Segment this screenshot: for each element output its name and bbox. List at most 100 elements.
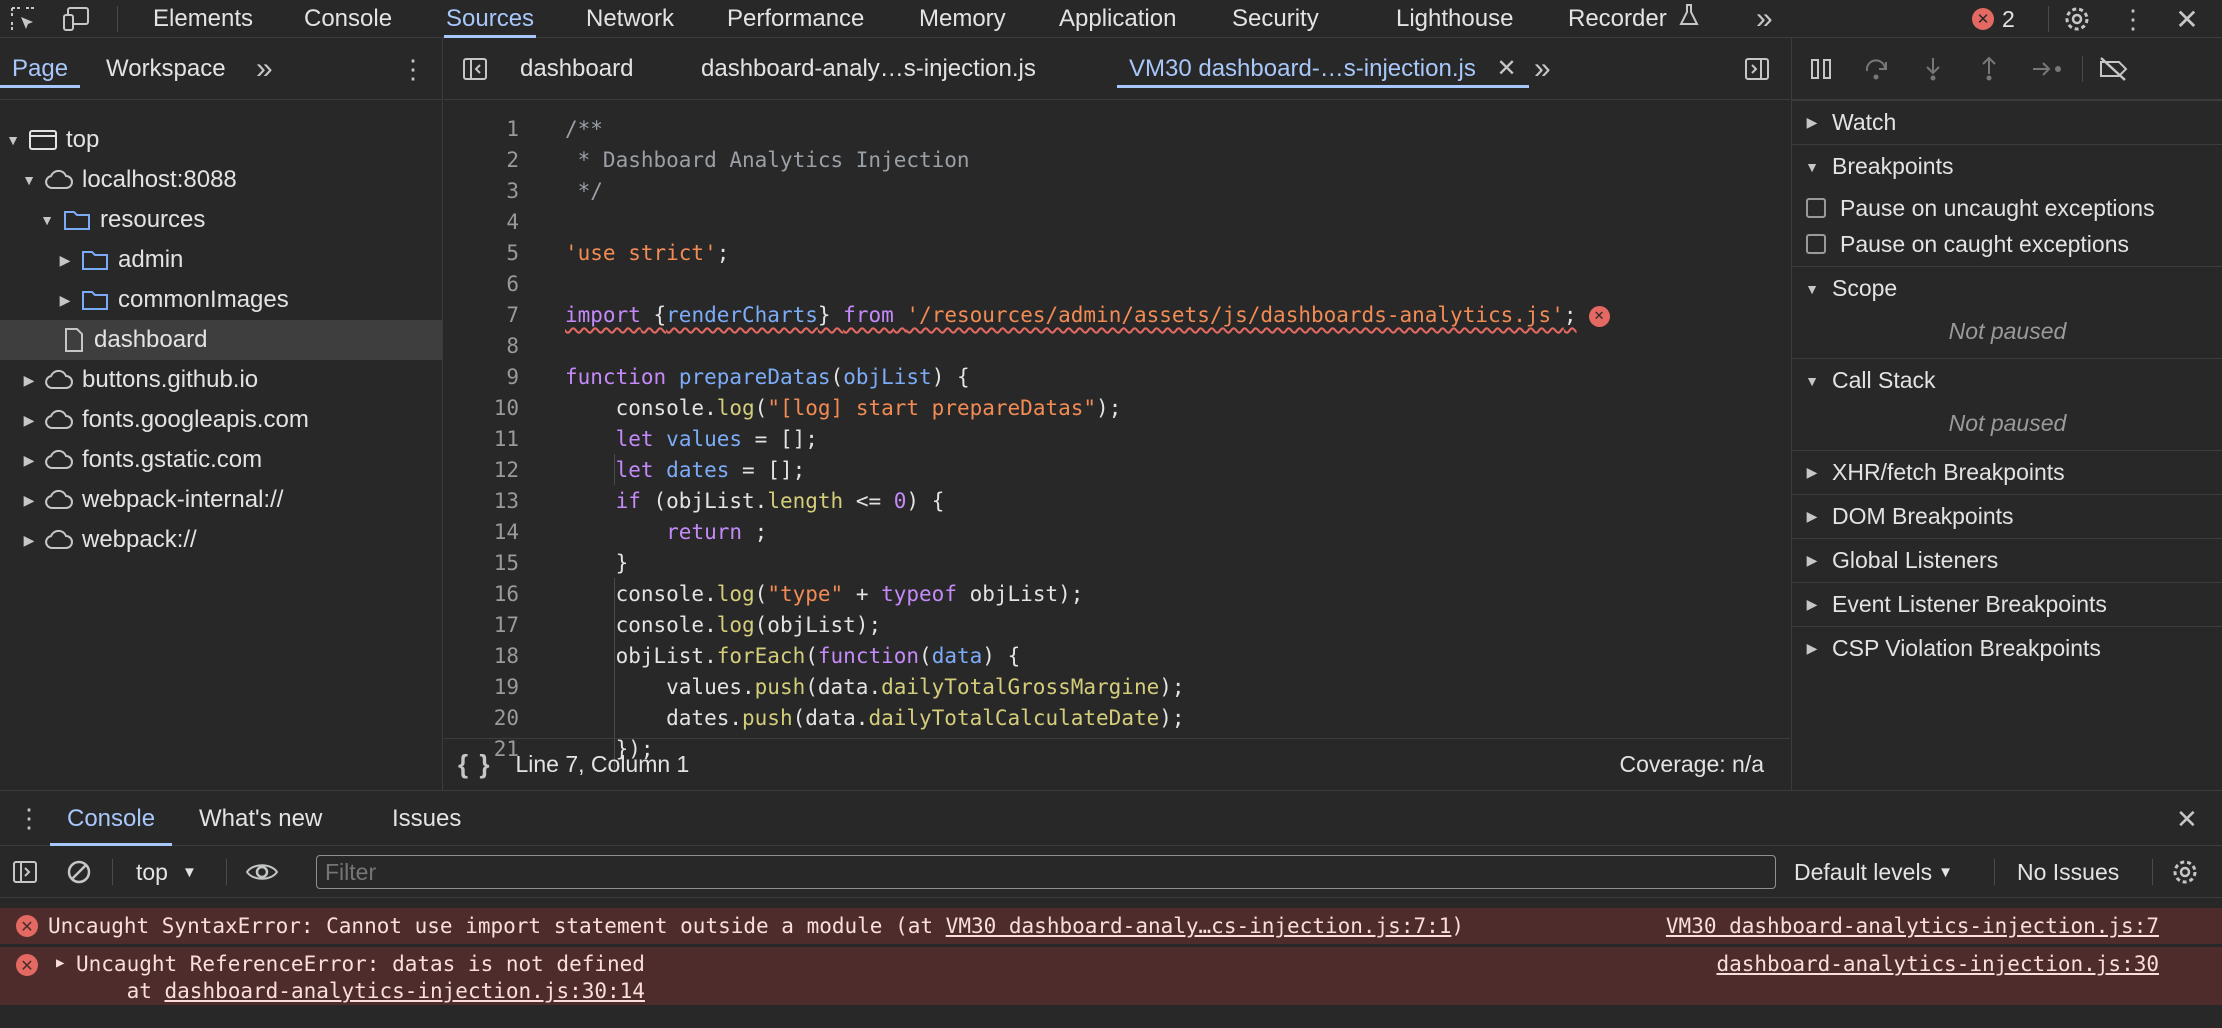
editor-tab-vm30[interactable]: VM30 dashboard-…s-injection.js ✕ <box>1117 50 1529 88</box>
pause-icon[interactable] <box>1806 54 1836 84</box>
section-xhr-fetch-breakpoints[interactable]: ▶ XHR/fetch Breakpoints <box>1792 450 2222 494</box>
expand-arrow-icon[interactable]: ▶ <box>56 955 64 971</box>
deactivate-breakpoints-icon[interactable] <box>2096 54 2132 84</box>
navigator-more-button[interactable]: » <box>256 50 273 88</box>
tree-item[interactable]: ▶ buttons.github.io <box>0 360 442 400</box>
tab-elements[interactable]: Elements <box>153 0 253 38</box>
editor-tab-analytics-js[interactable]: dashboard-analy…s-injection.js <box>701 50 1036 88</box>
drawer-tab-whats-new[interactable]: What's new <box>199 799 322 846</box>
step-icon[interactable] <box>2030 54 2066 84</box>
section-dom-breakpoints[interactable]: ▶ DOM Breakpoints <box>1792 494 2222 538</box>
line-number[interactable]: 13 <box>444 486 519 517</box>
tree-item[interactable]: ▶ fonts.gstatic.com <box>0 440 442 480</box>
settings-icon[interactable] <box>2062 4 2092 34</box>
line-number[interactable]: 15 <box>444 548 519 579</box>
tree-item[interactable]: ▶ webpack-internal:// <box>0 480 442 520</box>
error-source-link[interactable]: VM30 dashboard-analytics-injection.js:7 <box>1666 914 2159 938</box>
section-scope[interactable]: ▼ Scope <box>1792 266 2222 310</box>
collapsed-arrow-icon[interactable]: ▶ <box>56 292 74 309</box>
line-number[interactable]: 17 <box>444 610 519 641</box>
stack-link[interactable]: dashboard-analytics-injection.js:30:14 <box>165 979 645 1003</box>
expanded-arrow-icon[interactable]: ▼ <box>38 212 56 228</box>
tab-application[interactable]: Application <box>1059 0 1176 38</box>
line-number[interactable]: 2 <box>444 145 519 176</box>
line-number[interactable]: 11 <box>444 424 519 455</box>
console-settings-icon[interactable] <box>2170 857 2200 887</box>
navigator-menu-icon[interactable]: ⋮ <box>400 50 426 88</box>
error-source-link[interactable]: dashboard-analytics-injection.js:30 <box>1716 952 2159 976</box>
inspect-icon[interactable] <box>8 4 38 34</box>
tab-sources[interactable]: Sources <box>444 0 537 38</box>
toggle-navigator-icon[interactable] <box>460 54 490 84</box>
coverage-status[interactable]: Coverage: n/a <box>1620 751 1764 778</box>
section-call-stack[interactable]: ▼ Call Stack <box>1792 358 2222 402</box>
line-number[interactable]: 3 <box>444 176 519 207</box>
tree-item[interactable]: ▶ fonts.googleapis.com <box>0 400 442 440</box>
collapsed-arrow-icon[interactable]: ▶ <box>20 492 38 509</box>
drawer-menu-icon[interactable]: ⋮ <box>16 799 42 837</box>
tree-item[interactable]: ▶ admin <box>0 240 442 280</box>
section-event-listener-breakpoints[interactable]: ▶ Event Listener Breakpoints <box>1792 582 2222 626</box>
section-breakpoints[interactable]: ▼ Breakpoints <box>1792 144 2222 188</box>
drawer-tab-issues[interactable]: Issues <box>392 799 461 846</box>
collapsed-arrow-icon[interactable]: ▶ <box>20 452 38 469</box>
tree-item[interactable]: ▼ localhost:8088 <box>0 160 442 200</box>
toggle-debugger-icon[interactable] <box>1742 54 1772 84</box>
issues-counter[interactable]: No Issues <box>2017 846 2119 898</box>
live-expression-eye-icon[interactable] <box>244 857 280 887</box>
drawer-tab-console[interactable]: Console <box>50 799 173 846</box>
tab-page[interactable]: Page <box>0 50 81 88</box>
pretty-print-icon[interactable]: { } <box>458 749 491 780</box>
line-number[interactable]: 20 <box>444 703 519 734</box>
step-over-icon[interactable] <box>1862 54 1892 84</box>
tab-lighthouse[interactable]: Lighthouse <box>1396 0 1513 38</box>
step-out-icon[interactable] <box>1974 54 2004 84</box>
device-toggle-icon[interactable] <box>62 4 92 34</box>
tree-item[interactable]: dashboard <box>0 320 442 360</box>
close-tab-icon[interactable]: ✕ <box>1497 55 1517 82</box>
tree-item[interactable]: ▼ top <box>0 120 442 160</box>
line-number[interactable]: 12 <box>444 455 519 486</box>
clear-console-icon[interactable] <box>64 857 94 887</box>
line-number[interactable]: 4 <box>444 207 519 238</box>
line-number[interactable]: 6 <box>444 269 519 300</box>
expanded-arrow-icon[interactable]: ▼ <box>4 132 22 148</box>
checkbox[interactable] <box>1806 234 1826 254</box>
tab-performance[interactable]: Performance <box>727 0 864 38</box>
kebab-menu-icon[interactable]: ⋮ <box>2118 4 2148 34</box>
collapsed-arrow-icon[interactable]: ▶ <box>20 532 38 549</box>
line-number[interactable]: 9 <box>444 362 519 393</box>
collapsed-arrow-icon[interactable]: ▶ <box>20 372 38 389</box>
collapsed-arrow-icon[interactable]: ▶ <box>20 412 38 429</box>
more-tabs-button[interactable]: » <box>1756 0 1773 38</box>
code-area[interactable]: 1/** 2 * Dashboard Analytics Injection 3 *… <box>444 100 1790 773</box>
breakpoint-option[interactable]: Pause on uncaught exceptions <box>1792 190 2222 226</box>
tab-recorder[interactable]: Recorder <box>1568 0 1700 38</box>
collapsed-arrow-icon[interactable]: ▶ <box>56 252 74 269</box>
tab-workspace[interactable]: Workspace <box>106 50 226 88</box>
line-number[interactable]: 5 <box>444 238 519 269</box>
line-number[interactable]: 18 <box>444 641 519 672</box>
line-number[interactable]: 10 <box>444 393 519 424</box>
line-number[interactable]: 19 <box>444 672 519 703</box>
expanded-arrow-icon[interactable]: ▼ <box>20 172 38 188</box>
tab-security[interactable]: Security <box>1232 0 1319 38</box>
line-number[interactable]: 7 <box>444 300 519 331</box>
breakpoint-option[interactable]: Pause on caught exceptions <box>1792 226 2222 262</box>
context-selector[interactable]: top ▼ <box>136 846 197 898</box>
section-csp-violation-breakpoints[interactable]: ▶ CSP Violation Breakpoints <box>1792 626 2222 670</box>
close-drawer-icon[interactable]: ✕ <box>2176 799 2198 846</box>
console-sidebar-icon[interactable] <box>10 857 40 887</box>
editor-more-tabs[interactable]: » <box>1534 50 1551 88</box>
line-number[interactable]: 16 <box>444 579 519 610</box>
line-number[interactable]: 14 <box>444 517 519 548</box>
tree-item[interactable]: ▶ webpack:// <box>0 520 442 560</box>
error-count-badge[interactable]: ✕ 2 <box>1972 4 2032 34</box>
tree-item[interactable]: ▶ commonImages <box>0 280 442 320</box>
step-into-icon[interactable] <box>1918 54 1948 84</box>
checkbox[interactable] <box>1806 198 1826 218</box>
tab-network[interactable]: Network <box>586 0 674 38</box>
section-global-listeners[interactable]: ▶ Global Listeners <box>1792 538 2222 582</box>
tab-memory[interactable]: Memory <box>919 0 1006 38</box>
log-levels-dropdown[interactable]: Default levels ▼ <box>1794 846 1953 898</box>
